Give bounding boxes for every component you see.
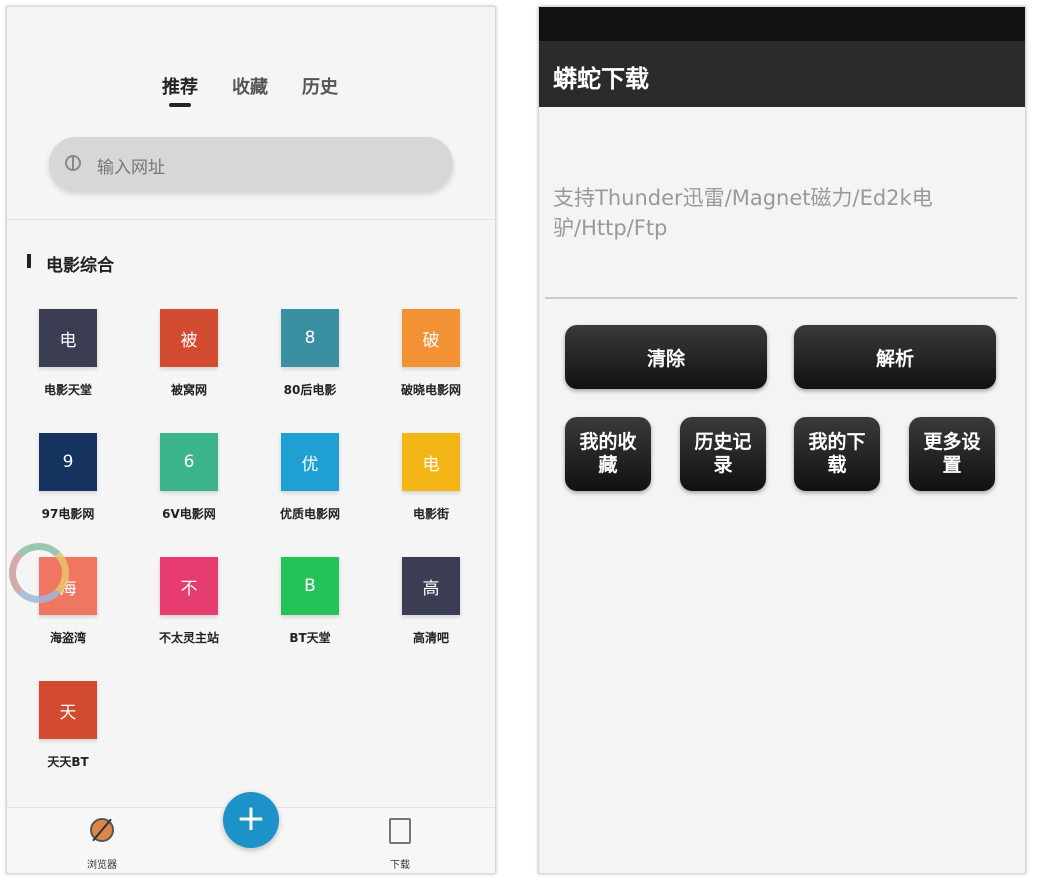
site-icon: 不 <box>160 557 218 615</box>
url-input-placeholder[interactable]: 输入网址 <box>97 153 165 178</box>
loading-spinner-icon <box>9 543 69 603</box>
site-label: 6V电影网 <box>162 507 216 521</box>
site-label: 天天BT <box>47 755 89 769</box>
site-label: 97电影网 <box>41 507 95 521</box>
downloader-screen: 蟒蛇下载 支持Thunder迅雷/Magnet磁力/Ed2k电驴/Http/Ft… <box>538 6 1026 874</box>
my-downloads-button[interactable]: 我的下载 <box>794 417 880 491</box>
bottom-navigation: 浏览器 + 下载 <box>7 792 495 873</box>
input-underline <box>545 297 1017 299</box>
add-button[interactable]: + <box>223 792 279 848</box>
top-tabs: 推荐 收藏 历史 <box>7 73 495 113</box>
url-search-bar[interactable]: 输入网址 <box>49 137 453 191</box>
site-shortcut[interactable]: 被被窝网 <box>139 309 239 419</box>
site-shortcut[interactable]: B BT天堂 <box>260 557 360 667</box>
tab-history[interactable]: 历史 <box>302 73 338 99</box>
site-shortcut[interactable]: 不不太灵主站 <box>139 557 239 667</box>
site-label: 高清吧 <box>412 631 449 645</box>
site-icon: 破 <box>402 309 460 367</box>
nav-download-label: 下载 <box>390 860 410 871</box>
site-shortcut[interactable]: 电电影天堂 <box>18 309 118 419</box>
app-bar: 蟒蛇下载 <box>539 41 1025 107</box>
site-icon: 天 <box>39 681 97 739</box>
site-icon: 8 <box>281 309 339 367</box>
site-icon: 优 <box>281 433 339 491</box>
site-icon: B <box>281 557 339 615</box>
site-label: 优质电影网 <box>279 507 340 521</box>
site-label: 80后电影 <box>283 383 337 397</box>
site-label: BT天堂 <box>289 631 331 645</box>
site-label: 破晓电影网 <box>400 383 461 397</box>
site-icon: 9 <box>39 433 97 491</box>
site-shortcut[interactable]: 天天天BT <box>18 681 118 791</box>
globe-icon <box>65 155 81 171</box>
status-bar <box>539 7 1025 41</box>
site-label: 被窝网 <box>170 383 207 397</box>
nav-browser[interactable]: 浏览器 <box>77 814 127 872</box>
section-marker <box>27 254 31 268</box>
site-shortcut[interactable]: 电电影街 <box>381 433 481 543</box>
parse-button[interactable]: 解析 <box>794 325 996 389</box>
site-icon: 高 <box>402 557 460 615</box>
browser-icon <box>90 818 114 842</box>
site-shortcut[interactable]: 8 80后电影 <box>260 309 360 419</box>
browser-screen: 推荐 收藏 历史 输入网址 电影综合 电电影天堂被被窝网 8 80后电影破破晓电影网… <box>6 6 496 874</box>
divider <box>7 219 495 220</box>
clear-button[interactable]: 清除 <box>565 325 767 389</box>
site-shortcut[interactable]: 优优质电影网 <box>260 433 360 543</box>
link-input-hint[interactable]: 支持Thunder迅雷/Magnet磁力/Ed2k电驴/Http/Ftp <box>553 183 1015 243</box>
tab-recommend[interactable]: 推荐 <box>162 73 198 99</box>
site-label: 电影街 <box>412 507 449 521</box>
site-shortcut[interactable]: 破破晓电影网 <box>381 309 481 419</box>
site-icon: 被 <box>160 309 218 367</box>
site-shortcut[interactable]: 高高清吧 <box>381 557 481 667</box>
more-settings-button[interactable]: 更多设置 <box>909 417 995 491</box>
site-shortcut[interactable]: 9 97电影网 <box>18 433 118 543</box>
site-label: 海盗湾 <box>49 631 86 645</box>
section-title: 电影综合 <box>46 256 114 276</box>
tab-favorites[interactable]: 收藏 <box>232 73 268 99</box>
download-list-icon <box>389 818 411 844</box>
site-label: 不太灵主站 <box>158 631 219 645</box>
site-label: 电影天堂 <box>43 383 92 397</box>
active-tab-indicator <box>169 103 191 107</box>
app-title: 蟒蛇下载 <box>553 65 649 93</box>
site-icon: 电 <box>402 433 460 491</box>
nav-browser-label: 浏览器 <box>87 860 117 871</box>
site-icon: 电 <box>39 309 97 367</box>
nav-download[interactable]: 下载 <box>375 814 425 872</box>
history-button[interactable]: 历史记录 <box>680 417 766 491</box>
my-favorites-button[interactable]: 我的收藏 <box>565 417 651 491</box>
site-shortcut[interactable]: 6 6V电影网 <box>139 433 239 543</box>
site-icon: 6 <box>160 433 218 491</box>
